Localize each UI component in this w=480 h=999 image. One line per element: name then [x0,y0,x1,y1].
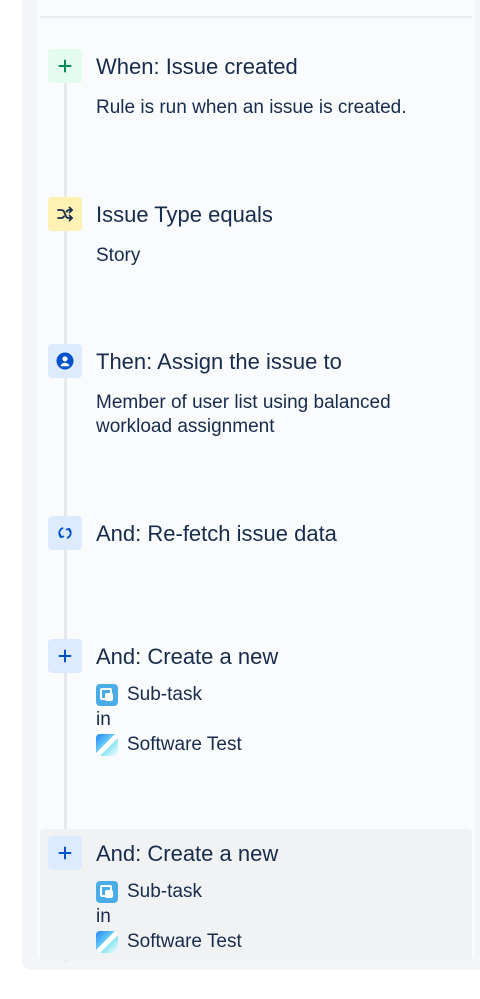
refresh-icon [48,516,82,550]
issue-type-label: Sub-task [127,880,202,902]
condition-issue-type[interactable]: Issue Type equals Story [40,178,472,298]
component-title: And: Re-fetch issue data [96,521,337,546]
shuffle-icon [48,197,82,231]
subtask-icon [96,880,118,903]
project-icon [96,930,118,953]
action-assign-issue[interactable]: Then: Assign the issue to Member of user… [40,325,472,465]
top-divider [40,16,472,18]
trigger-issue-created[interactable]: When: Issue created Rule is run when an … [40,30,472,150]
plus-icon [48,49,82,83]
issue-type-row: Sub-task [96,682,456,707]
project-icon [96,733,118,756]
connector-label: in [96,708,111,730]
component-title: And: Create a new [96,841,279,866]
action-refetch-issue[interactable]: And: Re-fetch issue data [40,497,472,597]
project-label: Software Test [127,733,242,755]
action-create-issue-selected[interactable]: And: Create a new Sub-task in Software T… [40,829,472,961]
plus-icon [48,836,82,870]
plus-icon [48,639,82,673]
component-title: Then: Assign the issue to [96,349,342,374]
issue-type-row: Sub-task [96,879,456,904]
user-circle-icon [48,344,82,378]
project-label: Software Test [127,930,242,952]
component-description: Member of user list using balanced workl… [96,392,391,437]
component-details: Sub-task in Software Test [96,682,456,757]
project-row: Software Test [96,732,456,757]
connector-label: in [96,905,111,927]
component-title: And: Create a new [96,644,279,669]
subtask-icon [96,683,118,706]
component-description: Story [96,245,141,266]
issue-type-label: Sub-task [127,683,202,705]
component-details: Sub-task in Software Test [96,879,456,954]
component-title: When: Issue created [96,54,298,79]
component-title: Issue Type equals [96,202,273,227]
component-description: Rule is run when an issue is created. [96,97,407,118]
action-create-issue[interactable]: And: Create a new Sub-task in Software T… [40,620,472,770]
project-row: Software Test [96,929,456,954]
